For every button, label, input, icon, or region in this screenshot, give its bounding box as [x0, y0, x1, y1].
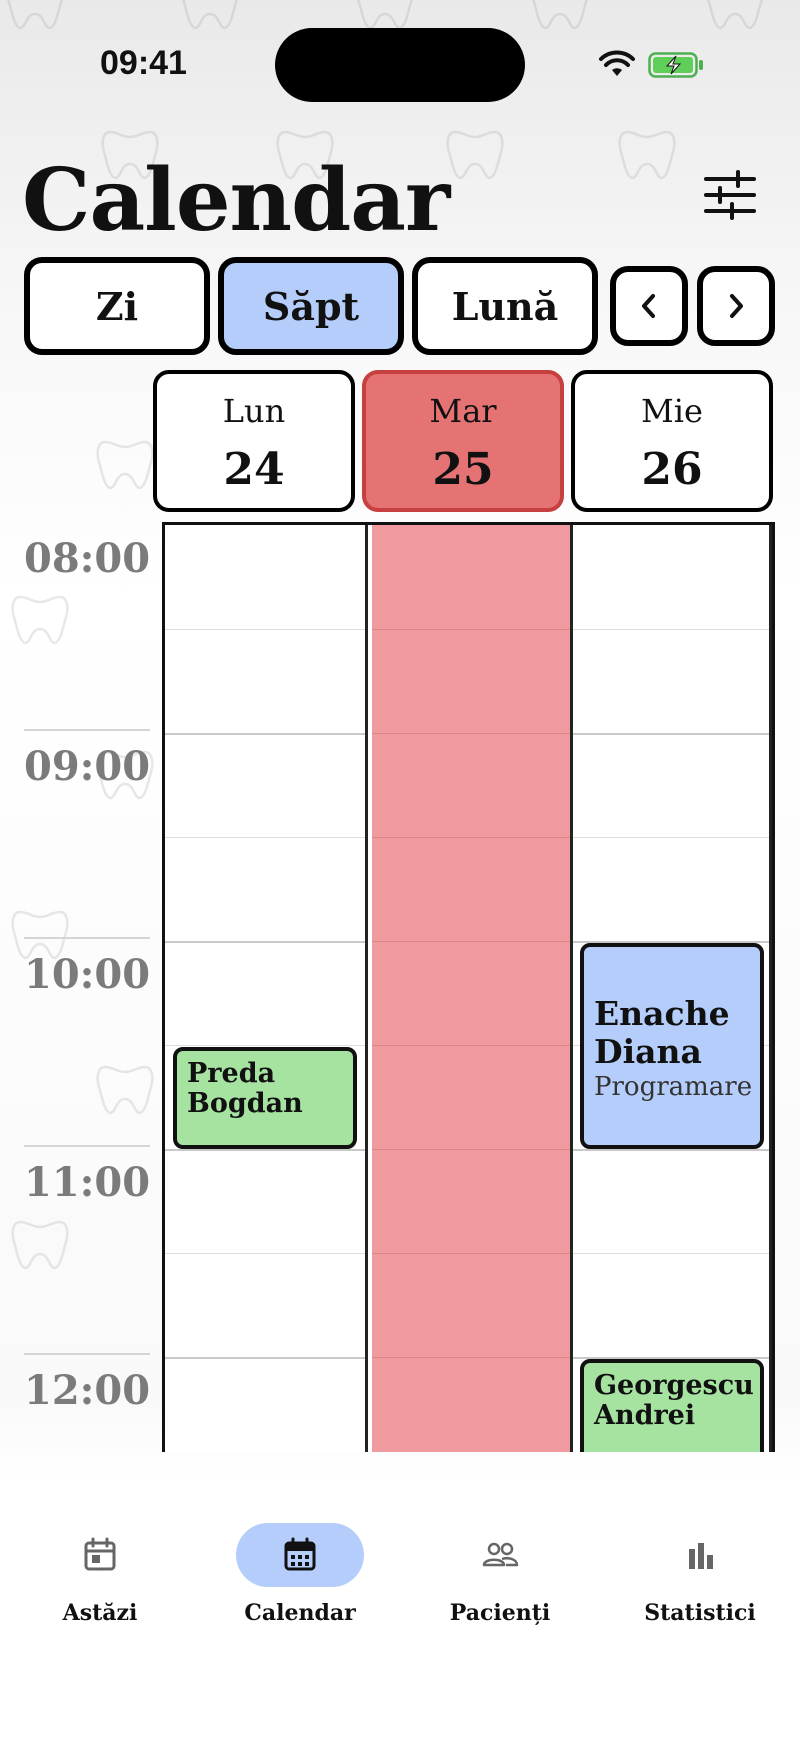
tooth-watermark-icon — [5, 1210, 75, 1280]
appointment-name-line: Bogdan — [187, 1088, 303, 1120]
tooth-watermark-icon — [175, 0, 245, 40]
day-number: 24 — [223, 444, 285, 495]
hour-divider — [24, 1353, 150, 1355]
chevron-right-icon — [730, 294, 743, 318]
appointment-name-line: Preda — [187, 1058, 276, 1089]
column-separator — [365, 525, 368, 1452]
filter-settings-icon[interactable] — [700, 170, 760, 220]
tab-label: Statistici — [644, 1600, 756, 1626]
appointment-name-line: Enache — [594, 994, 730, 1033]
tooth-watermark-icon — [90, 1055, 160, 1125]
day-header-wed[interactable]: Mie 26 — [571, 370, 773, 512]
appointment-preda-bogdan[interactable]: Preda Bogdan — [173, 1047, 357, 1149]
tooth-watermark-icon — [90, 430, 160, 500]
day-name: Lun — [222, 392, 286, 430]
tooth-watermark-icon — [700, 0, 770, 40]
tab-label: Pacienți — [449, 1600, 551, 1626]
bar-chart-icon — [689, 1543, 713, 1569]
day-column-mon[interactable] — [165, 525, 365, 1452]
tooth-watermark-icon — [0, 0, 70, 40]
day-column-tue-today[interactable] — [372, 525, 570, 1452]
column-separator — [769, 525, 772, 1452]
tab-statistics[interactable]: Statistici — [600, 1476, 800, 1676]
time-label: 08:00 — [24, 535, 151, 582]
week-grid[interactable]: Preda Bogdan Enache Diana Programare Geo… — [162, 522, 775, 1452]
previous-week-button[interactable] — [610, 266, 688, 346]
page-title: Calendar — [22, 150, 450, 251]
appointment-georgescu-andrei[interactable]: Georgescu Andrei — [580, 1359, 764, 1452]
battery-charging-icon — [648, 52, 703, 78]
hour-divider — [24, 729, 150, 731]
tooth-watermark-icon — [5, 585, 75, 655]
tab-today[interactable]: Astăzi — [0, 1476, 200, 1676]
hour-divider — [24, 1145, 150, 1147]
appointment-type: Programare — [594, 1072, 753, 1103]
appointment-name-line: Georgescu — [594, 1370, 754, 1401]
tooth-watermark-icon — [612, 120, 682, 190]
wifi-icon — [599, 50, 635, 76]
day-header-tue-today[interactable]: Mar 25 — [362, 370, 564, 512]
tab-label: Calendar — [244, 1600, 356, 1626]
bottom-tab-bar: Astăzi Calendar Pacienți Statistici — [0, 1476, 800, 1739]
tooth-watermark-icon — [525, 0, 595, 40]
day-name: Mie — [641, 392, 703, 430]
day-name: Mar — [429, 392, 497, 430]
time-label: 12:00 — [24, 1367, 151, 1414]
view-month-button[interactable]: Lună — [412, 257, 598, 355]
time-label: 10:00 — [24, 951, 151, 998]
view-week-button[interactable]: Săpt — [218, 257, 404, 355]
tab-calendar[interactable]: Calendar — [200, 1476, 400, 1676]
tooth-watermark-icon — [440, 120, 510, 190]
appointment-name-line: Andrei — [594, 1400, 696, 1432]
next-week-button[interactable] — [697, 266, 775, 346]
dynamic-island — [275, 28, 525, 102]
calendar-icon — [284, 1537, 316, 1571]
time-label: 11:00 — [24, 1159, 151, 1206]
day-number: 25 — [432, 444, 494, 495]
users-icon — [482, 1542, 519, 1567]
hour-divider — [24, 937, 150, 939]
status-time: 09:41 — [100, 44, 187, 82]
appointment-name-line: Diana — [594, 1031, 702, 1071]
day-number: 26 — [641, 444, 703, 495]
time-label: 09:00 — [24, 743, 151, 790]
calendar-today-icon — [84, 1537, 116, 1571]
tab-patients[interactable]: Pacienți — [400, 1476, 600, 1676]
tab-label: Astăzi — [62, 1600, 138, 1626]
day-header-mon[interactable]: Lun 24 — [153, 370, 355, 512]
view-day-button[interactable]: Zi — [24, 257, 210, 355]
appointment-enache-diana[interactable]: Enache Diana Programare — [580, 943, 764, 1149]
chevron-left-icon — [642, 294, 655, 318]
